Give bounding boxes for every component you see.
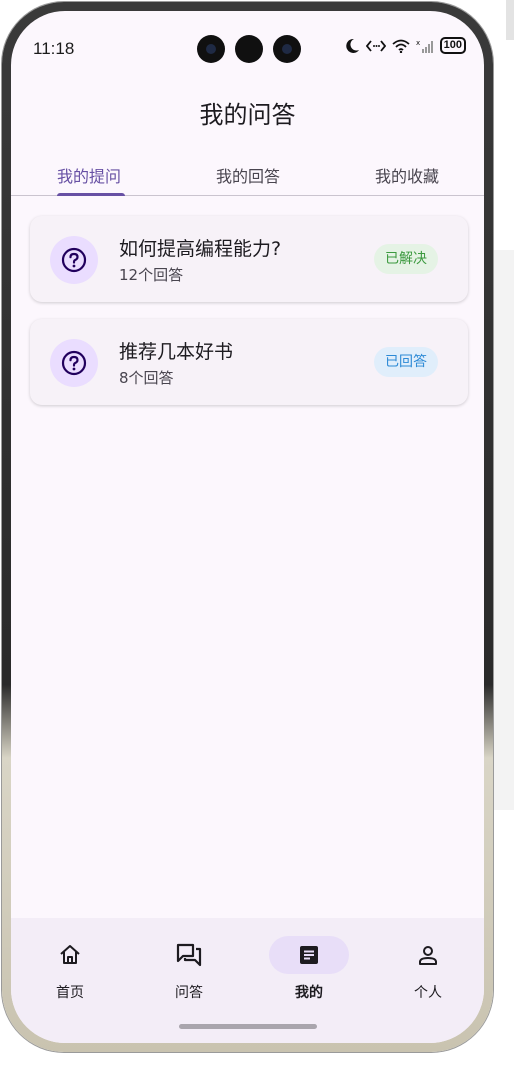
signal-icon: x bbox=[416, 39, 433, 53]
app-screen: 11:18 x 100 我的问答 我的提问 我的回答 我的收藏 如何提高编程能力… bbox=[11, 11, 484, 1043]
nav-label: 首页 bbox=[56, 985, 84, 1001]
question-avatar bbox=[50, 339, 98, 387]
desktop-panel bbox=[493, 250, 514, 810]
camera-dot bbox=[197, 35, 225, 63]
tab-my-questions[interactable]: 我的提问 bbox=[57, 163, 121, 187]
nav-icon-container bbox=[30, 936, 110, 974]
tab-my-answers[interactable]: 我的回答 bbox=[216, 163, 280, 187]
data-sync-icon bbox=[365, 39, 386, 52]
nav-item-mine[interactable]: 我的 bbox=[269, 936, 349, 1002]
chat-icon bbox=[176, 943, 202, 967]
svg-text:x: x bbox=[416, 39, 420, 47]
nav-label: 问答 bbox=[175, 985, 203, 1001]
nav-item-profile[interactable]: 个人 bbox=[388, 936, 468, 1002]
question-card[interactable]: 如何提高编程能力? 12个回答 已解决 bbox=[30, 216, 468, 302]
question-title: 如何提高编程能力? bbox=[119, 238, 282, 260]
phone-frame: 11:18 x 100 我的问答 我的提问 我的回答 我的收藏 如何提高编程能力… bbox=[2, 2, 493, 1052]
home-icon bbox=[60, 945, 80, 964]
nav-icon-container bbox=[388, 936, 468, 974]
bottom-navigation: 首页 问答 我的 个人 bbox=[11, 918, 484, 1043]
battery-indicator: 100 bbox=[439, 37, 466, 54]
question-title: 推荐几本好书 bbox=[119, 341, 234, 363]
wifi-icon bbox=[392, 39, 410, 53]
page-title: 我的问答 bbox=[199, 101, 296, 129]
moon-icon bbox=[345, 38, 359, 53]
camera-dot bbox=[273, 35, 301, 63]
nav-item-qa[interactable]: 问答 bbox=[149, 936, 229, 1002]
answer-count: 12个回答 bbox=[119, 266, 184, 284]
answer-count: 8个回答 bbox=[119, 369, 174, 387]
status-icons: x 100 bbox=[344, 37, 466, 54]
home-indicator[interactable] bbox=[179, 1024, 317, 1029]
question-circle-icon bbox=[61, 247, 87, 273]
tab-bar: 我的提问 我的回答 我的收藏 bbox=[11, 151, 484, 196]
article-icon bbox=[300, 946, 318, 964]
status-badge: 已解决 bbox=[374, 244, 438, 274]
desktop-edge bbox=[506, 0, 514, 40]
nav-item-home[interactable]: 首页 bbox=[30, 936, 110, 1002]
person-icon bbox=[419, 946, 437, 965]
question-avatar bbox=[50, 236, 98, 284]
question-card[interactable]: 推荐几本好书 8个回答 已回答 bbox=[30, 319, 468, 405]
nav-icon-container bbox=[149, 936, 229, 974]
status-time: 11:18 bbox=[33, 39, 75, 58]
nav-icon-container bbox=[269, 936, 349, 974]
camera-dot bbox=[235, 35, 263, 63]
status-badge: 已回答 bbox=[374, 347, 438, 377]
nav-label: 我的 bbox=[295, 985, 323, 1001]
status-bar: 11:18 x 100 bbox=[11, 11, 484, 71]
tab-my-favorites[interactable]: 我的收藏 bbox=[375, 163, 439, 187]
question-circle-icon bbox=[61, 350, 87, 376]
tab-indicator bbox=[57, 193, 125, 196]
nav-label: 个人 bbox=[414, 985, 442, 1001]
